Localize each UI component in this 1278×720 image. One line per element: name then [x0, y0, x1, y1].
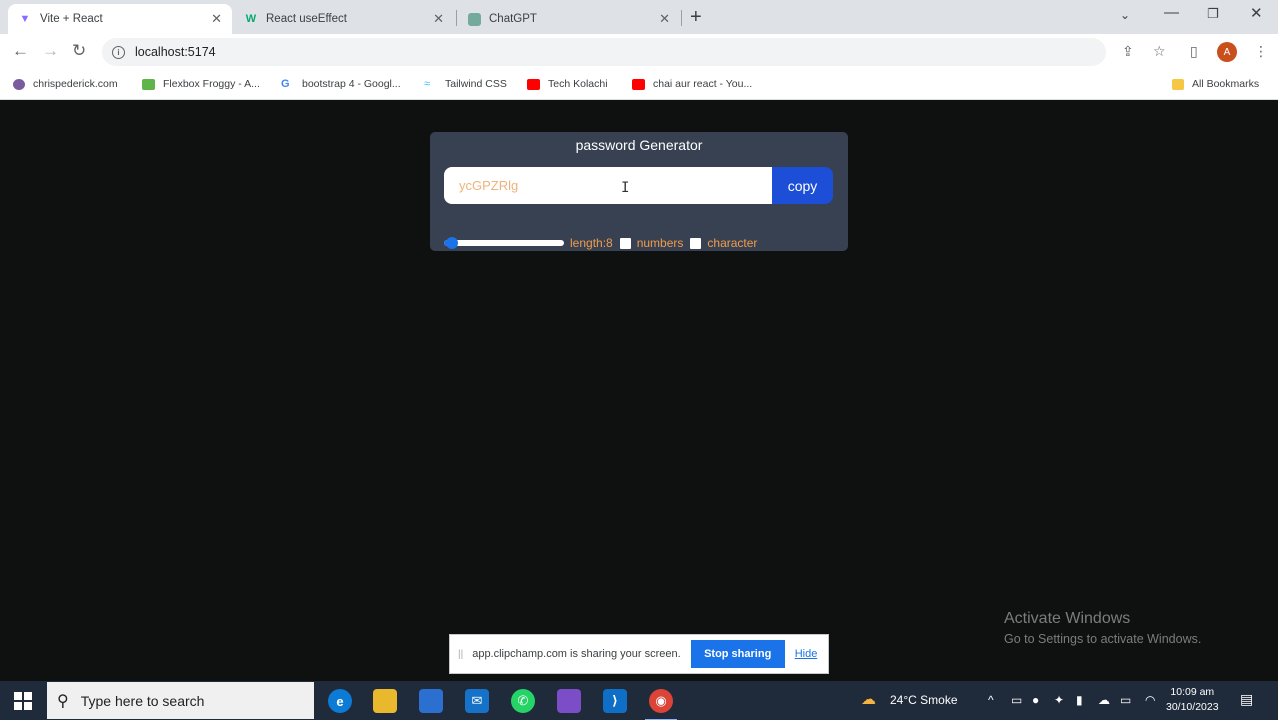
folder-icon — [1172, 78, 1184, 90]
tab-divider — [456, 10, 457, 26]
bookmark-item[interactable]: Tech Kolachi — [527, 78, 608, 90]
tab-search-chevron-icon[interactable]: ⌄ — [1120, 8, 1130, 22]
drag-handle-icon[interactable]: || — [458, 649, 463, 660]
forward-arrow-icon[interactable]: → — [42, 41, 59, 61]
slider-thumb[interactable] — [446, 237, 459, 249]
frog-icon — [142, 78, 155, 90]
clipchamp-icon[interactable] — [557, 689, 581, 713]
text-cursor-icon: I — [621, 180, 630, 196]
w3schools-icon: W — [245, 13, 257, 25]
tab-title: React useEffect — [266, 13, 347, 25]
close-icon[interactable]: ✕ — [433, 11, 444, 27]
close-icon[interactable]: ✕ — [659, 11, 670, 27]
taskbar: ⚲ Type here to search e ✉ ✆ ⟩ ◉ ☁ 24°C S… — [0, 681, 1278, 720]
windows-start-icon[interactable] — [14, 692, 32, 710]
password-generator-card: password Generator copy I length:8 numbe… — [430, 132, 848, 251]
new-tab-icon[interactable]: + — [690, 6, 702, 29]
store-icon[interactable] — [419, 689, 443, 713]
tab-title: Vite + React — [40, 13, 103, 25]
restore-icon[interactable]: ❐ — [1207, 6, 1219, 22]
weather-icon: ☁ — [861, 691, 876, 708]
dropbox-icon[interactable]: ✦ — [1054, 693, 1064, 707]
google-icon: G — [281, 77, 290, 90]
stop-sharing-button[interactable]: Stop sharing — [690, 640, 785, 668]
star-icon[interactable]: ☆ — [1153, 43, 1166, 60]
search-icon: ⚲ — [57, 692, 69, 710]
side-panel-icon[interactable]: ▯ — [1190, 43, 1198, 60]
taskbar-search[interactable]: ⚲ Type here to search — [47, 682, 314, 719]
bookmark-item[interactable]: chrispederick.com — [13, 78, 118, 90]
vscode-icon[interactable]: ⟩ — [603, 689, 627, 713]
chatgpt-icon — [468, 12, 481, 26]
numbers-checkbox[interactable] — [619, 237, 631, 249]
reload-icon[interactable]: ↻ — [72, 41, 86, 61]
url-text: localhost:5174 — [135, 45, 216, 59]
youtube-icon — [527, 78, 540, 90]
microphone-icon[interactable]: ● — [1032, 693, 1039, 707]
back-arrow-icon[interactable]: ← — [12, 41, 29, 61]
share-message: app.clipchamp.com is sharing your screen… — [472, 648, 681, 660]
hide-link[interactable]: Hide — [795, 648, 818, 660]
activate-windows-watermark: Activate Windows Go to Settings to activ… — [1004, 610, 1202, 646]
tailwind-icon: ≈ — [424, 77, 431, 90]
tab-strip: ▼ Vite + React ✕ W React useEffect ✕ Cha… — [0, 0, 1278, 34]
character-label: character — [707, 236, 758, 250]
bookmark-item[interactable]: Flexbox Froggy - A... — [142, 78, 260, 90]
password-input[interactable] — [444, 167, 772, 204]
window-close-icon[interactable]: ✕ — [1250, 4, 1263, 22]
character-checkbox[interactable] — [690, 237, 702, 249]
tab-chatgpt[interactable]: ChatGPT ✕ — [458, 4, 680, 34]
length-slider[interactable] — [444, 237, 564, 249]
tab-vite-react[interactable]: ▼ Vite + React ✕ — [8, 4, 232, 34]
browser-toolbar: ← → ↻ i localhost:5174 ⇪ ☆ ▯ A ⋮ — [0, 34, 1278, 70]
mail-icon[interactable]: ✉ — [465, 689, 489, 713]
youtube-icon — [632, 78, 645, 90]
share-icon[interactable]: ⇪ — [1122, 43, 1134, 60]
bookmarks-bar: chrispederick.com Flexbox Froggy - A... … — [0, 70, 1278, 100]
clock[interactable]: 10:09 am 30/10/2023 — [1166, 685, 1219, 715]
all-bookmarks[interactable]: All Bookmarks — [1172, 78, 1259, 90]
battery-icon[interactable]: ▭ — [1120, 693, 1131, 707]
wifi-icon[interactable]: ◠ — [1145, 693, 1155, 707]
chrome-icon[interactable]: ◉ — [645, 689, 677, 720]
close-icon[interactable]: ✕ — [211, 11, 222, 27]
usb-icon[interactable]: ▮ — [1076, 693, 1083, 707]
file-explorer-icon[interactable] — [373, 689, 397, 713]
globe-icon — [13, 78, 25, 90]
bookmark-item[interactable]: chai aur react - You... — [632, 78, 752, 90]
screen-share-bar: || app.clipchamp.com is sharing your scr… — [449, 634, 829, 674]
weather-text[interactable]: 24°C Smoke — [890, 693, 958, 707]
whatsapp-icon[interactable]: ✆ — [511, 689, 535, 713]
page-content: password Generator copy I length:8 numbe… — [0, 101, 1278, 681]
info-icon[interactable]: i — [112, 45, 125, 59]
bookmark-item[interactable]: G bootstrap 4 - Googl... — [281, 78, 401, 90]
minimize-icon[interactable]: — — [1164, 4, 1179, 21]
address-bar[interactable]: i localhost:5174 — [102, 38, 1106, 66]
tray-chevron-icon[interactable]: ^ — [988, 693, 994, 707]
length-label: length:8 — [570, 236, 613, 250]
page-title: password Generator — [575, 137, 703, 153]
edge-icon[interactable]: e — [328, 689, 352, 713]
vite-icon: ▼ — [19, 13, 31, 25]
kebab-menu-icon[interactable]: ⋮ — [1254, 43, 1268, 60]
tab-react-useeffect[interactable]: W React useEffect ✕ — [234, 4, 454, 34]
notification-icon[interactable]: ▤ — [1240, 691, 1253, 708]
options-row: length:8 numbers character — [444, 235, 757, 251]
bookmark-item[interactable]: ≈ Tailwind CSS — [424, 78, 507, 90]
tab-title: ChatGPT — [489, 13, 537, 25]
cloud-icon[interactable]: ☁ — [1098, 693, 1110, 707]
network-icon[interactable]: ▭ — [1011, 693, 1022, 707]
numbers-label: numbers — [636, 236, 684, 250]
copy-button[interactable]: copy — [772, 167, 833, 204]
tab-divider — [681, 10, 682, 26]
avatar[interactable]: A — [1217, 42, 1237, 62]
